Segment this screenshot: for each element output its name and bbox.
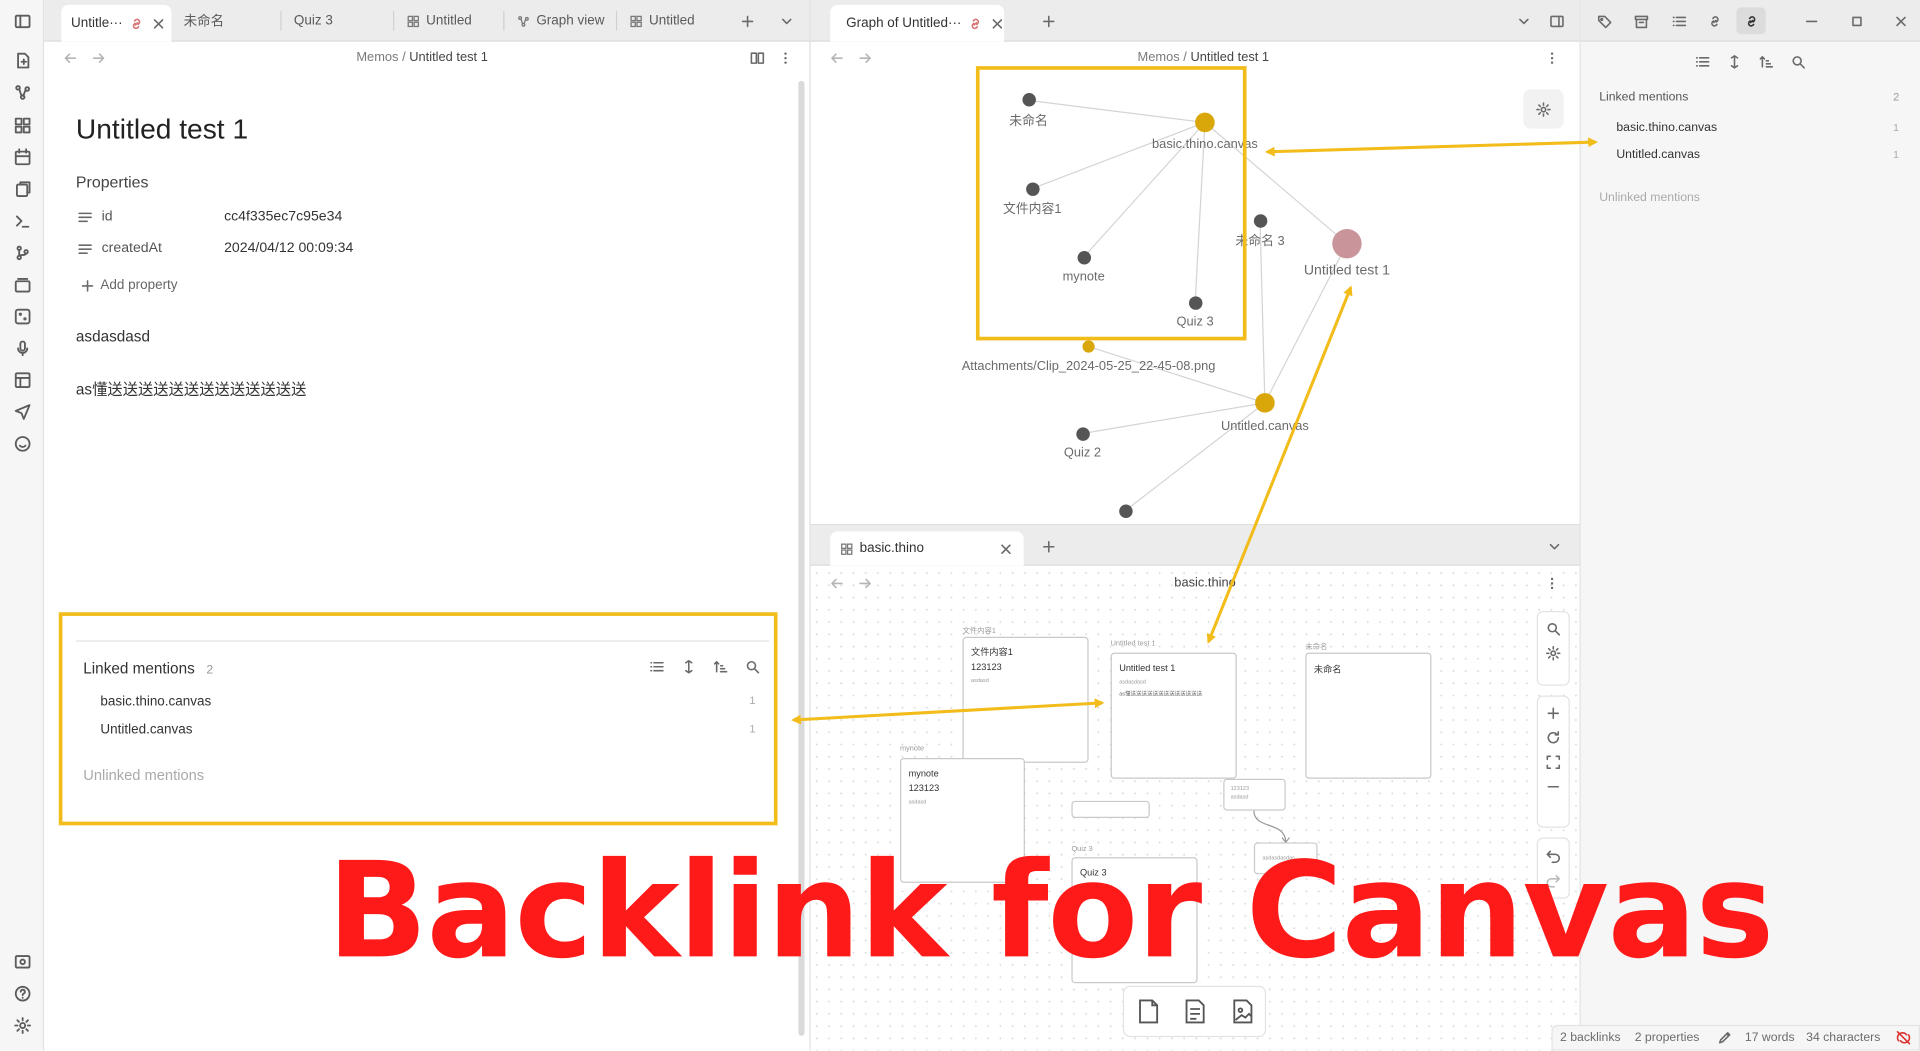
overlay-title: Backlink for Canvas (326, 835, 1774, 989)
